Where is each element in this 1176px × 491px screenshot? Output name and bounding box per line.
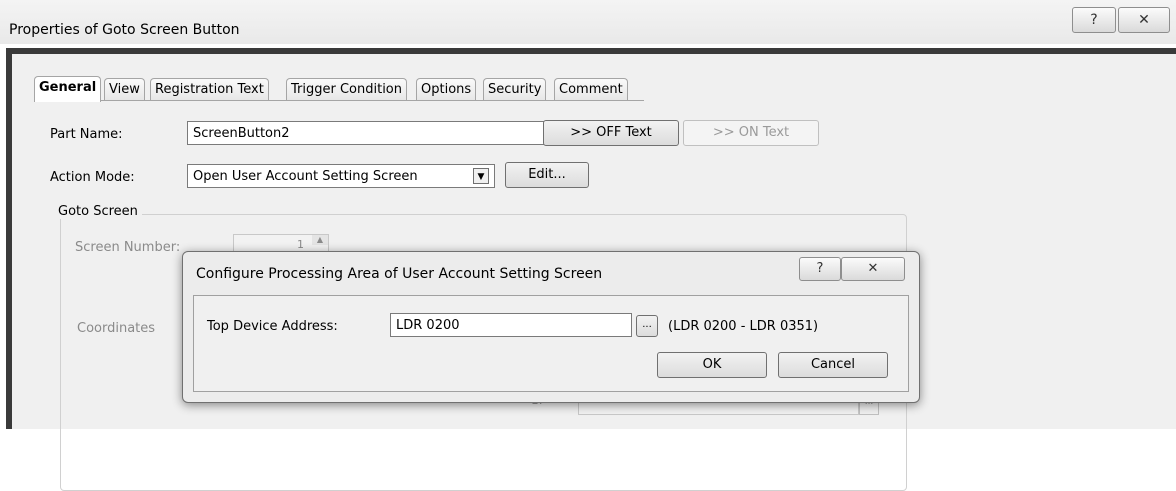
coordinates-label: Coordinates — [77, 321, 156, 336]
title-bar: Properties of Goto Screen Button ? ✕ — [0, 0, 1176, 44]
edit-button[interactable]: Edit... — [505, 162, 589, 188]
dialog-client: Top Device Address: LDR 0200 ... (LDR 02… — [193, 295, 909, 392]
off-text-button[interactable]: >> OFF Text — [543, 120, 679, 146]
part-name-label: Part Name: — [50, 127, 123, 142]
tab-options[interactable]: Options — [416, 78, 477, 101]
tab-comment[interactable]: Comment — [554, 78, 628, 101]
action-mode-label: Action Mode: — [50, 170, 135, 185]
dialog-help-button[interactable]: ? — [799, 257, 841, 281]
properties-window: Properties of Goto Screen Button ? ✕ Gen… — [0, 0, 1176, 491]
screen-number-label: Screen Number: — [75, 240, 181, 255]
tab-view[interactable]: View — [104, 78, 145, 101]
dialog-title: Configure Processing Area of User Accoun… — [196, 266, 603, 282]
chevron-down-icon[interactable]: ▼ — [473, 168, 489, 184]
window-title: Properties of Goto Screen Button — [9, 22, 240, 38]
tab-general[interactable]: General — [34, 76, 102, 102]
address-range-text: (LDR 0200 - LDR 0351) — [668, 319, 819, 334]
tab-underline — [34, 100, 644, 101]
configure-dialog: Configure Processing Area of User Accoun… — [182, 251, 920, 403]
browse-button[interactable]: ... — [636, 315, 658, 337]
spin-up-icon[interactable]: ▲ — [312, 235, 328, 245]
part-name-input[interactable]: ScreenButton2 — [187, 121, 547, 145]
help-button[interactable]: ? — [1072, 7, 1116, 33]
cancel-button[interactable]: Cancel — [778, 352, 888, 378]
tab-registration-text[interactable]: Registration Text — [150, 78, 269, 101]
dialog-close-button[interactable]: ✕ — [841, 257, 905, 281]
tab-security[interactable]: Security — [483, 78, 547, 101]
goto-screen-group-title: Goto Screen — [54, 204, 142, 219]
on-text-button[interactable]: >> ON Text — [683, 120, 819, 146]
ok-button[interactable]: OK — [657, 352, 767, 378]
tab-trigger-condition[interactable]: Trigger Condition — [286, 78, 408, 101]
action-mode-select[interactable]: Open User Account Setting Screen — [187, 164, 495, 188]
top-device-address-label: Top Device Address: — [207, 319, 338, 334]
top-device-address-input[interactable]: LDR 0200 — [390, 313, 632, 337]
close-button[interactable]: ✕ — [1118, 7, 1170, 33]
